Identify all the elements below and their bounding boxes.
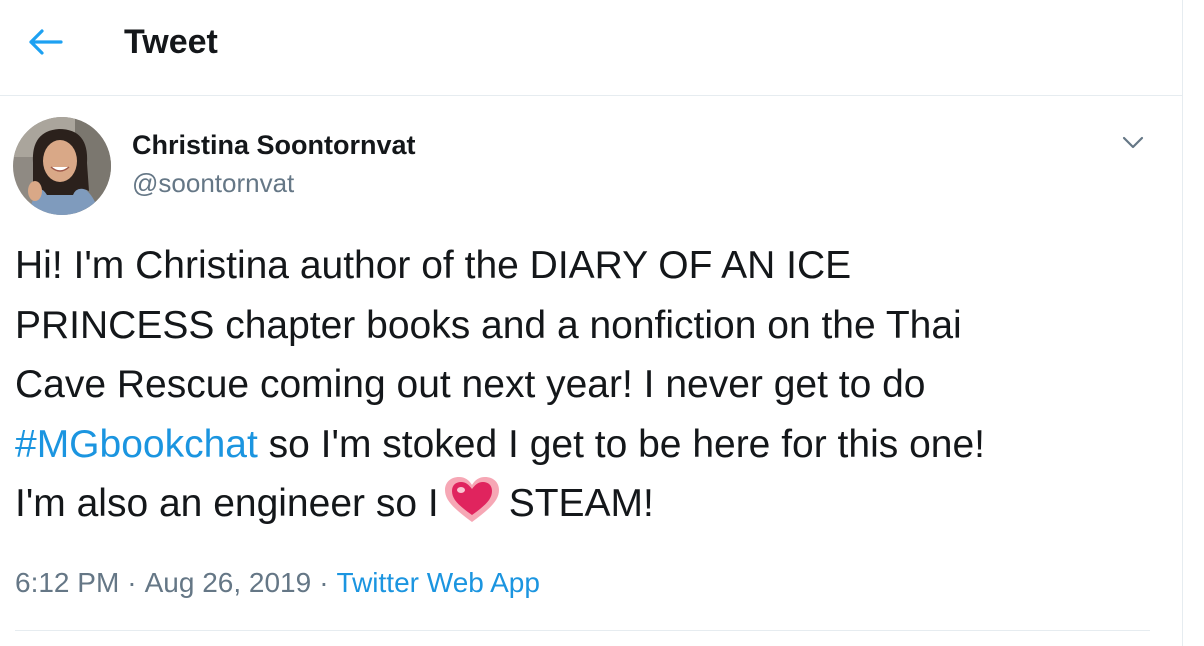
tweet-text-line: I'm also an engineer so I STEAM! bbox=[15, 474, 1165, 534]
tweet-text-segment: STEAM! bbox=[508, 482, 654, 525]
separator-dot: · bbox=[127, 567, 137, 598]
back-button[interactable] bbox=[22, 22, 70, 62]
tweet-text-line: #MGbookchat so I'm stoked I get to be he… bbox=[15, 415, 1165, 475]
arrow-left-icon bbox=[29, 29, 63, 55]
more-options-button[interactable] bbox=[1116, 126, 1150, 160]
tweet-text-line: PRINCESS chapter books and a nonfiction … bbox=[15, 303, 962, 347]
author-name[interactable]: Christina Soontornvat bbox=[132, 128, 416, 162]
chevron-down-icon bbox=[1122, 136, 1144, 149]
avatar[interactable] bbox=[13, 117, 111, 215]
profile-photo bbox=[13, 117, 111, 215]
tweet-text-segment: I'm also an engineer so I bbox=[15, 482, 439, 525]
tweet-date[interactable]: Aug 26, 2019 bbox=[145, 567, 312, 598]
divider bbox=[15, 630, 1150, 631]
heart-emoji-icon bbox=[444, 477, 499, 522]
page-header: Tweet bbox=[0, 0, 1182, 96]
tweet-text-line: Cave Rescue coming out next year! I neve… bbox=[15, 363, 926, 406]
hashtag-link[interactable]: #MGbookchat bbox=[15, 423, 258, 466]
separator-dot: · bbox=[319, 567, 329, 598]
tweet-time[interactable]: 6:12 PM bbox=[15, 567, 119, 598]
author-handle[interactable]: @soontornvat bbox=[132, 166, 294, 200]
tweet-source-link[interactable]: Twitter Web App bbox=[337, 567, 540, 598]
tweet-meta: 6:12 PM · Aug 26, 2019 · Twitter Web App bbox=[15, 563, 540, 603]
page-title: Tweet bbox=[124, 23, 218, 61]
tweet-text-line: Hi! I'm Christina author of the DIARY OF… bbox=[15, 244, 852, 287]
tweet-text: Hi! I'm Christina author of the DIARY OF… bbox=[15, 236, 1165, 534]
tweet-text-segment: so I'm stoked I get to be here for this … bbox=[257, 422, 985, 466]
column-border bbox=[1182, 0, 1183, 646]
